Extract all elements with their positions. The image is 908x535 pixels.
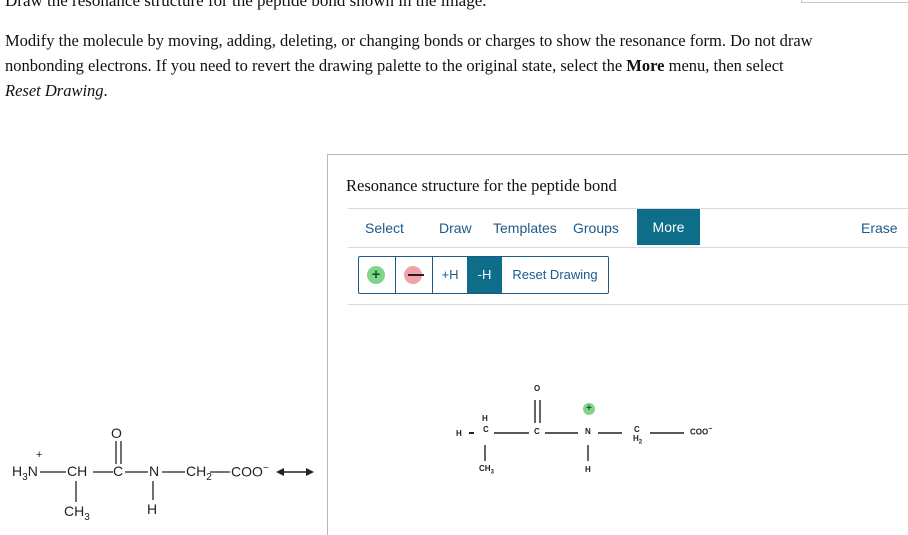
canvas-alpha-carbon[interactable]: C	[483, 425, 489, 434]
alpha-carbon: CH	[67, 463, 88, 479]
reference-bonds	[40, 441, 314, 502]
amide-hydrogen: H	[147, 501, 158, 517]
canvas-nitrogen[interactable]: N	[585, 427, 591, 436]
methylene-h-count: 2	[206, 471, 212, 483]
ammonium-h: H	[12, 463, 23, 479]
canvas-h-top[interactable]: H	[482, 414, 488, 423]
ammonium-charge: +	[36, 449, 43, 461]
canvas-methyl[interactable]: CH3	[479, 464, 494, 476]
ammonium-group: H3N	[12, 463, 38, 483]
canvas-h-left[interactable]: H	[456, 429, 462, 438]
canvas-methylene-carbon[interactable]: C	[634, 425, 640, 434]
canvas-methylene-h[interactable]: H2	[633, 434, 642, 446]
canvas-carboxylate-label: COO	[690, 427, 709, 437]
canvas-carboxylate-charge: −	[708, 426, 713, 433]
canvas-positive-charge[interactable]: +	[583, 403, 595, 415]
canvas-h-bottom[interactable]: H	[585, 465, 591, 474]
amide-nitrogen: N	[149, 463, 160, 479]
canvas-methyl-h-count: 3	[490, 469, 494, 476]
ammonium-n: N	[27, 463, 38, 479]
canvas-carboxylate[interactable]: COO−	[690, 426, 712, 437]
instruction-middle: menu, then select	[664, 56, 784, 75]
canvas-methylene-h-count: 2	[638, 439, 643, 446]
carbonyl-oxygen: O	[111, 425, 122, 441]
canvas-carbonyl-carbon[interactable]: C	[534, 427, 540, 436]
carboxylate-label: COO	[231, 463, 263, 480]
methyl-h-count: 3	[84, 511, 90, 523]
more-emphasis: More	[626, 56, 665, 75]
canvas-bonds	[469, 400, 684, 461]
drawing-panel: Resonance structure for the peptide bond…	[327, 154, 908, 535]
methyl-group: CH3	[64, 503, 90, 523]
methylene-label: CH	[186, 463, 207, 479]
methylene-group: CH2	[186, 463, 212, 483]
top-right-frame	[801, 0, 908, 3]
canvas-methyl-label: CH	[479, 464, 491, 473]
methyl-label: CH	[64, 503, 85, 519]
carbonyl-carbon: C	[113, 463, 124, 479]
carboxylate-charge: −	[262, 463, 269, 474]
carboxylate-group: COO−	[231, 463, 269, 480]
canvas-oxygen[interactable]: O	[534, 384, 540, 393]
